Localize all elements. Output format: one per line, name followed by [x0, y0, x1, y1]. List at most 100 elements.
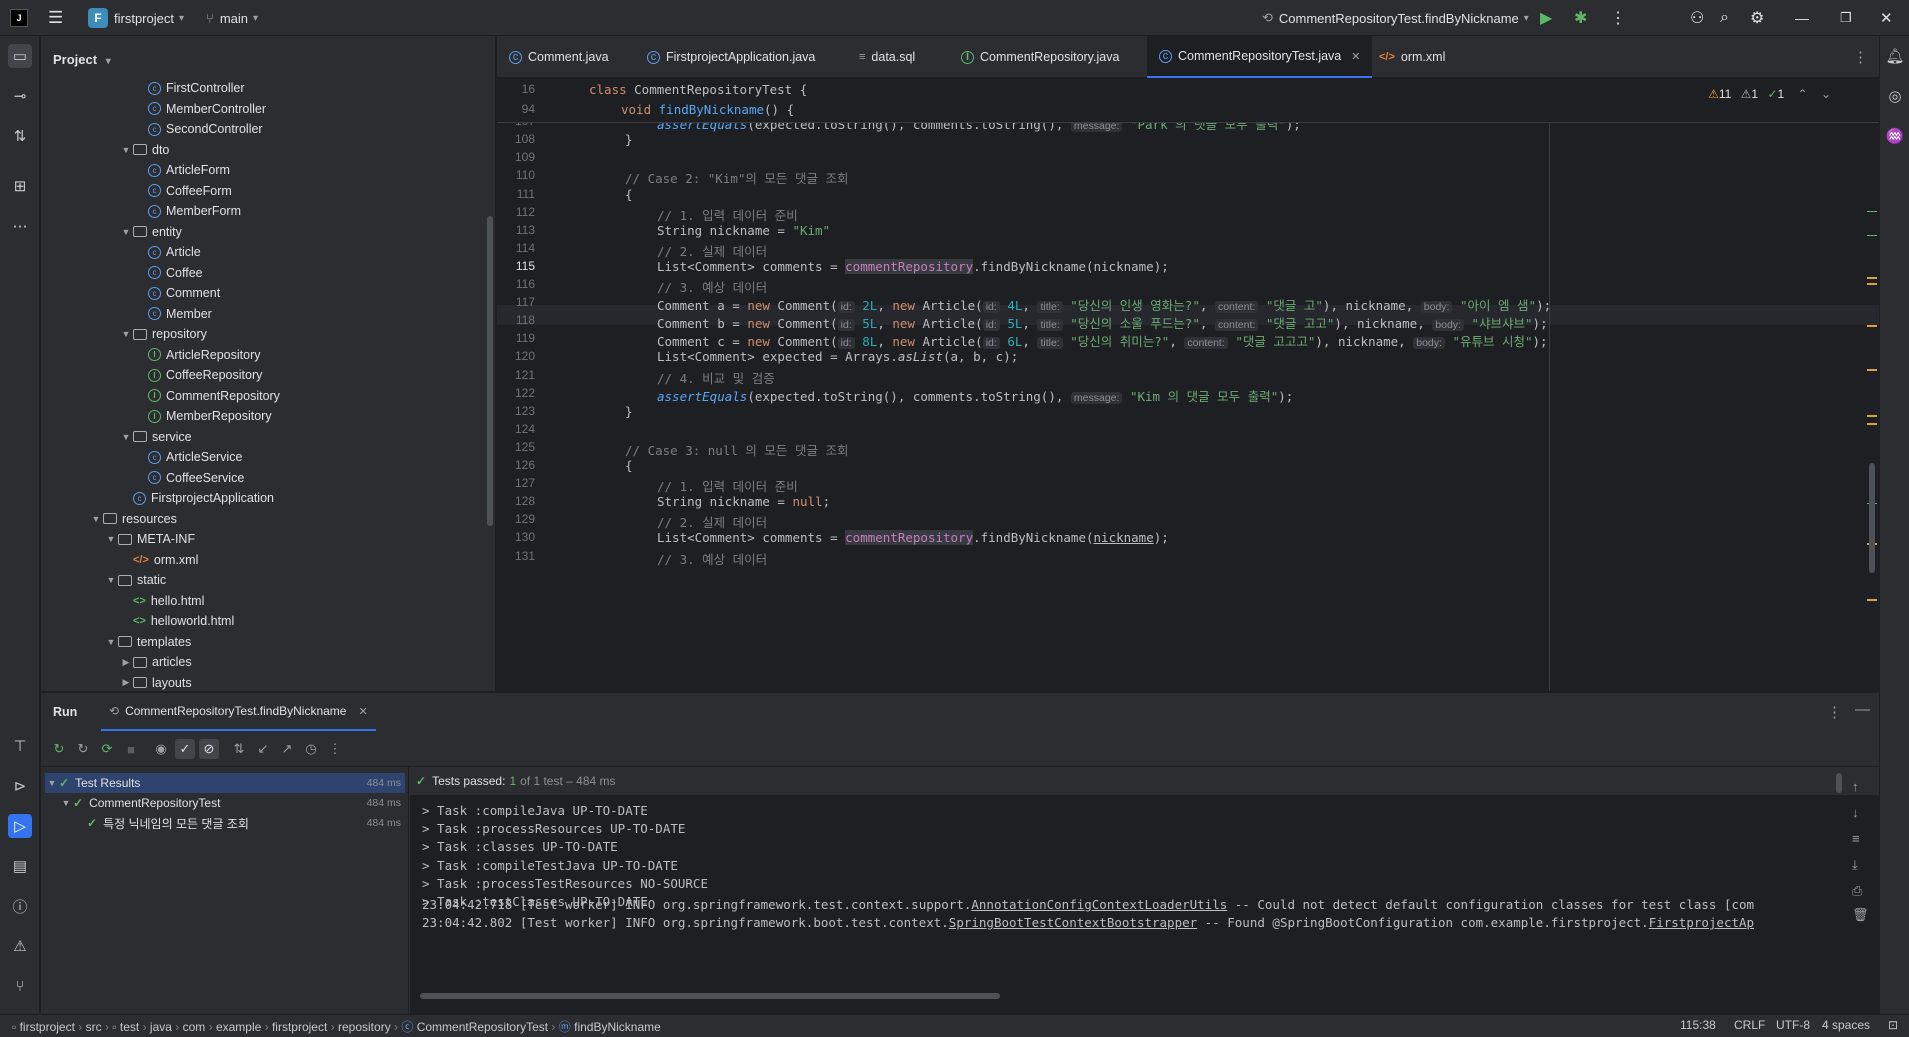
rerun-failed-icon[interactable]: ↻ — [73, 739, 93, 759]
tree-item[interactable]: I ArticleRepository — [134, 345, 260, 365]
tree-item[interactable]: ▼ service — [119, 427, 192, 447]
minimize-window-icon[interactable]: — — [1795, 0, 1809, 36]
branch-selector[interactable]: ⑂ main ▾ — [206, 0, 258, 36]
run-icon[interactable]: ▶ — [1540, 0, 1552, 36]
run-config-selector[interactable]: ⟲ CommentRepositoryTest.findByNickname ▾ — [1262, 0, 1529, 36]
stop-icon[interactable]: ■ — [121, 739, 141, 759]
test-method-node[interactable]: ✓ 특정 닉네임의 모든 댓글 조회 484 ms — [45, 813, 405, 833]
add-user-icon[interactable]: ⚇ — [1690, 0, 1704, 36]
expand-toggle-icon[interactable]: ▼ — [59, 798, 73, 808]
run-tool-icon[interactable]: ▷ — [8, 814, 32, 838]
close-tab-icon[interactable]: ✕ — [358, 705, 367, 718]
console-vertical-scrollbar[interactable] — [1836, 773, 1842, 793]
tree-item[interactable]: ▼ static — [104, 570, 167, 590]
tree-item[interactable]: I CommentRepository — [134, 386, 280, 406]
print-icon[interactable]: ⎙ — [1852, 883, 1862, 899]
indent-setting[interactable]: 4 spaces — [1822, 1018, 1870, 1032]
breadcrumb-item[interactable]: java — [150, 1020, 172, 1034]
scroll-up-icon[interactable]: ↑ — [1852, 779, 1859, 794]
tab-orm-xml[interactable]: </> orm.xml — [1367, 36, 1457, 78]
project-tree-scrollbar[interactable] — [487, 216, 493, 526]
close-tab-icon[interactable]: ✕ — [1351, 50, 1360, 63]
tree-item[interactable]: ▼ entity — [119, 222, 182, 242]
log-class-link[interactable]: AnnotationConfigContextLoaderUtils — [971, 897, 1227, 912]
tree-item[interactable]: c SecondController — [134, 119, 263, 139]
tree-item[interactable]: c Article — [134, 242, 201, 262]
expand-toggle-icon[interactable]: ▼ — [104, 534, 118, 544]
tree-item[interactable]: ▼ templates — [104, 632, 192, 652]
breadcrumb-item[interactable]: firstproject — [20, 1020, 75, 1034]
show-ignored-icon[interactable]: ◉ — [151, 739, 171, 759]
breadcrumb-item[interactable]: example — [216, 1020, 261, 1034]
log-class-link[interactable]: FirstprojectAp — [1649, 915, 1754, 930]
tree-item[interactable]: I CoffeeRepository — [134, 365, 262, 385]
expand-toggle-icon[interactable]: ▼ — [119, 432, 133, 442]
tree-item[interactable]: <> hello.html — [119, 591, 204, 611]
expand-toggle-icon[interactable]: ▼ — [119, 227, 133, 237]
test-history-icon[interactable]: ◷ — [301, 739, 321, 759]
scroll-to-end-icon[interactable]: ⤓ — [1852, 857, 1858, 873]
services-tool-icon[interactable]: ⊳ — [8, 774, 32, 798]
expand-toggle-icon[interactable]: ▼ — [104, 637, 118, 647]
tab-options-icon[interactable]: ⋮ — [1853, 48, 1868, 66]
show-ignored-toggle-icon[interactable]: ⊘ — [199, 739, 219, 759]
breadcrumb-item[interactable]: CommentRepositoryTest — [417, 1020, 548, 1034]
tree-item[interactable]: c CoffeeService — [134, 468, 244, 488]
run-config-tab[interactable]: ⟲ CommentRepositoryTest.findByNickname ✕ — [101, 693, 376, 731]
previous-highlight-icon[interactable]: ⌃ — [1798, 87, 1808, 101]
breadcrumb-item[interactable]: src — [86, 1020, 102, 1034]
close-window-icon[interactable]: ✕ — [1880, 0, 1893, 36]
restore-window-icon[interactable]: ❐ — [1840, 0, 1852, 36]
ai-assistant-icon[interactable]: ◎ — [1883, 84, 1907, 108]
tree-item[interactable]: c FirstprojectApplication — [119, 488, 274, 508]
notifications-icon[interactable]: 🔔︎ — [1883, 44, 1907, 68]
tree-item[interactable]: </> orm.xml — [119, 550, 198, 570]
tree-item[interactable]: c ArticleService — [134, 447, 242, 467]
next-highlight-icon[interactable]: ⌄ — [1821, 87, 1831, 101]
structure-tool-icon[interactable]: ⊞ — [8, 174, 32, 198]
tree-item[interactable]: ▼ repository — [119, 324, 207, 344]
toolbar-more-icon[interactable]: ⋮ — [325, 739, 345, 759]
inspection-widget[interactable]: ⚠11 ⚠1 ✓1 ⌃ ⌄ — [1708, 87, 1831, 101]
gradle-icon[interactable]: ♒ — [1883, 124, 1907, 148]
expand-toggle-icon[interactable]: ▶ — [119, 657, 133, 668]
breadcrumb-item[interactable]: test — [120, 1020, 139, 1034]
breadcrumb-item[interactable]: com — [183, 1020, 206, 1034]
warnings-tool-icon[interactable]: ⚠ — [8, 934, 32, 958]
tab-comment-repository[interactable]: I CommentRepository.java — [949, 36, 1131, 78]
test-class-node[interactable]: ▼ ✓ CommentRepositoryTest 484 ms — [45, 793, 405, 813]
problems-tool-icon[interactable]: ⓘ — [8, 894, 32, 918]
build-tool-icon[interactable]: ⊤ — [8, 734, 32, 758]
sort-icon[interactable]: ⇅ — [229, 739, 249, 759]
tree-item[interactable]: I MemberRepository — [134, 406, 272, 426]
breadcrumb-item[interactable]: repository — [338, 1020, 391, 1034]
run-options-icon[interactable]: ⋮ — [1827, 703, 1842, 721]
main-menu-icon[interactable]: ☰ — [48, 0, 63, 36]
tab-firstproject-application[interactable]: c FirstprojectApplication.java — [635, 36, 827, 78]
breadcrumb-item[interactable]: firstproject — [272, 1020, 327, 1034]
tree-item[interactable]: c Coffee — [134, 263, 203, 283]
expand-toggle-icon[interactable]: ▶ — [119, 677, 133, 688]
expand-toggle-icon[interactable]: ▼ — [89, 514, 103, 524]
tree-item[interactable]: c MemberForm — [134, 201, 241, 221]
tree-item[interactable]: ▼ resources — [89, 509, 177, 529]
expand-toggle-icon[interactable]: ▼ — [104, 575, 118, 585]
tree-item[interactable]: ▼ META-INF — [104, 529, 196, 549]
tree-item[interactable]: c FirstController — [134, 78, 245, 98]
commit-tool-icon[interactable]: ⊸ — [8, 84, 32, 108]
more-tools-icon[interactable]: ⋯ — [8, 214, 32, 238]
show-passed-icon[interactable]: ✓ — [175, 739, 195, 759]
caret-position[interactable]: 115:38 — [1680, 1018, 1716, 1032]
tab-comment-repository-test[interactable]: c CommentRepositoryTest.java ✕ — [1147, 36, 1373, 78]
tree-item[interactable]: <> helloworld.html — [119, 611, 234, 631]
settings-gear-icon[interactable]: ⚙ — [1750, 0, 1764, 36]
tab-comment-java[interactable]: c Comment.java — [497, 36, 621, 78]
tree-item[interactable]: c Comment — [134, 283, 220, 303]
run-tab-title[interactable]: Run — [53, 705, 77, 719]
project-selector[interactable]: F firstproject ▾ — [88, 0, 184, 36]
tree-item[interactable]: c Member — [134, 304, 212, 324]
toggle-auto-test-icon[interactable]: ⟳ — [97, 739, 117, 759]
error-stripe[interactable] — [1867, 123, 1877, 691]
rerun-icon[interactable]: ↻ — [49, 739, 69, 759]
tree-item[interactable]: c CoffeeForm — [134, 181, 232, 201]
